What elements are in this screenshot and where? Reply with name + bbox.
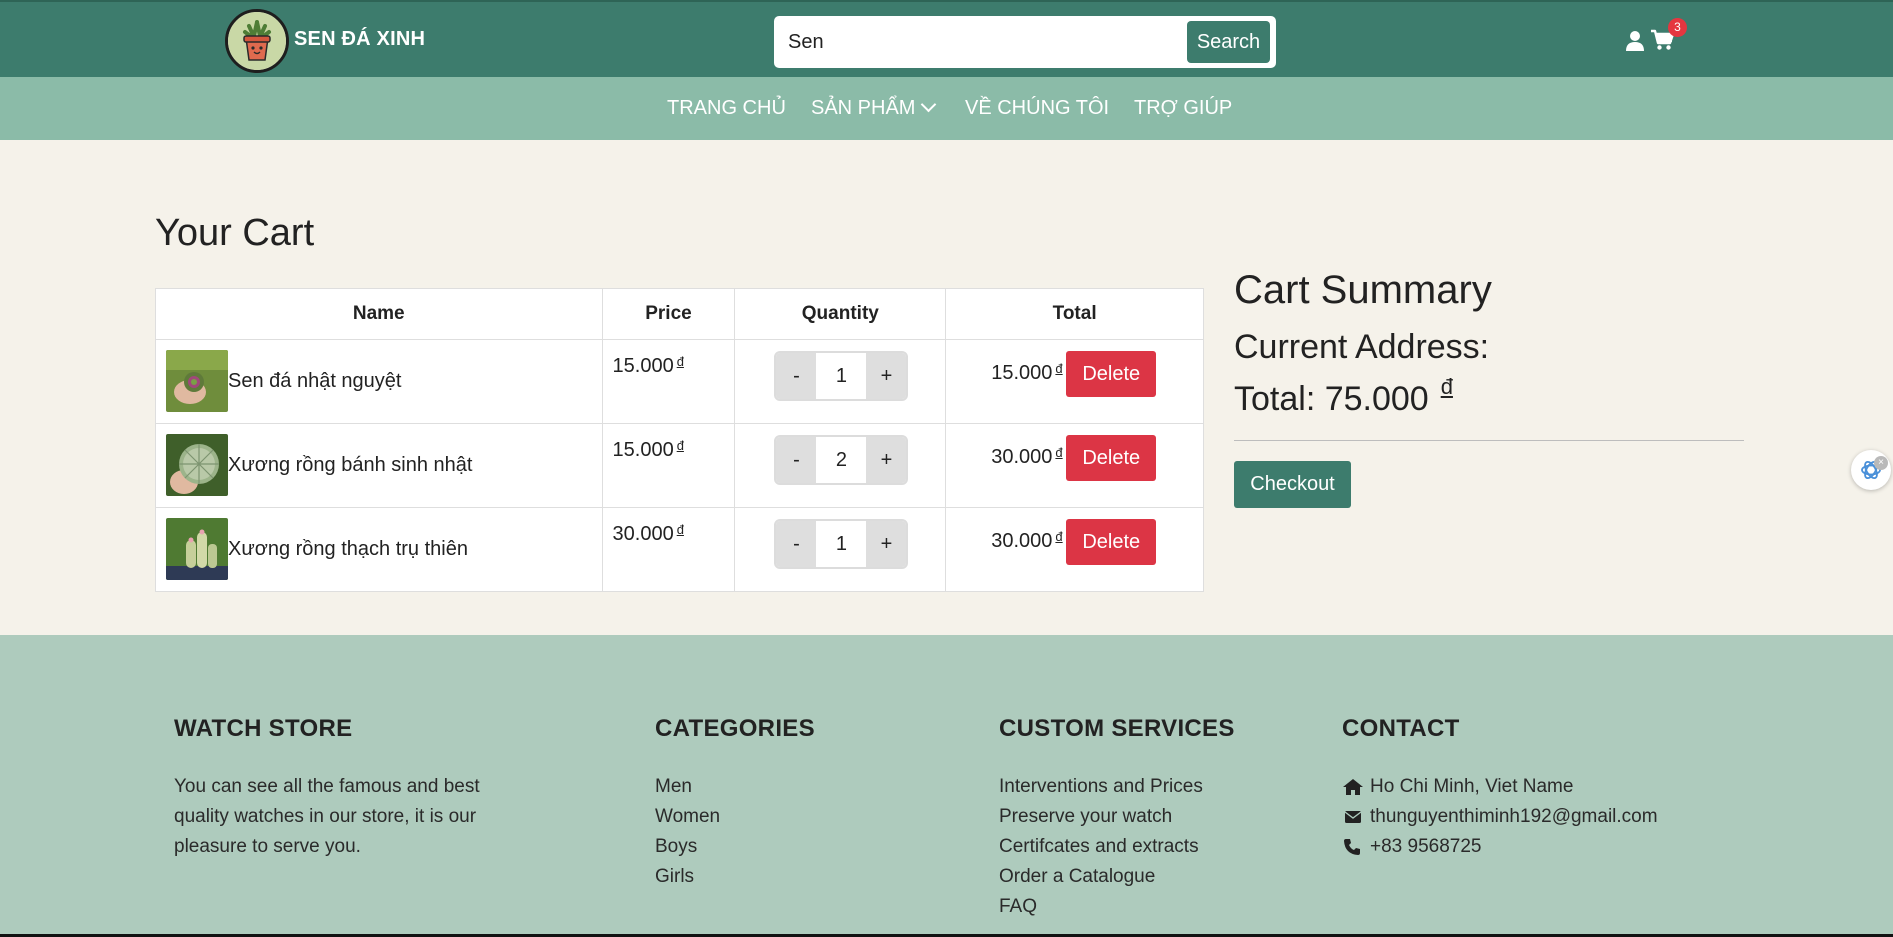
cell-price: 15.000 đ [601,339,736,424]
footer-store-text: You can see all the famous and best qual… [174,776,480,857]
table-header-row: Name Price Quantity Total [155,288,1204,340]
quantity-stepper: - 2 + [774,435,909,485]
column-header-total: Total [945,288,1204,340]
line-total: 30.000 đ [991,445,1063,468]
cell-total: 30.000 đ Delete [945,507,1204,592]
product-price: 30.000 đ [612,522,684,545]
column-header-quantity: Quantity [734,288,947,340]
assistant-widget-icon[interactable] [1851,450,1891,490]
delete-button[interactable]: Delete [1066,351,1157,397]
footer-link[interactable]: Men [655,772,815,802]
line-total: 15.000 đ [991,361,1063,384]
product-thumbnail[interactable] [166,434,228,496]
search-input[interactable] [788,24,1148,60]
product-name[interactable]: Xương rồng bánh sinh nhật [228,454,472,477]
footer-link[interactable]: Interventions and Prices [999,772,1235,802]
cell-name: Xương rồng bánh sinh nhật [155,423,603,508]
product-name[interactable]: Xương rồng thạch trụ thiên [228,538,468,561]
quantity-value[interactable]: 1 [816,521,866,567]
contact-email[interactable]: thunguyenthiminh192@gmail.com [1342,802,1658,832]
search-button[interactable]: Search [1187,21,1270,63]
cell-total: 30.000 đ Delete [945,423,1204,508]
table-row: Xương rồng bánh sinh nhật 15.000 đ - 2 + … [155,423,1204,508]
chevron-down-icon [921,96,937,113]
page-title: Your Cart [155,212,315,254]
footer-link[interactable]: Certifcates and extracts [999,832,1235,862]
cell-name: Xương rồng thạch trụ thiên [155,507,603,592]
cart-count-badge: 3 [1668,18,1687,37]
cell-total: 15.000 đ Delete [945,339,1204,424]
footer-link[interactable]: Women [655,802,815,832]
nav-item-about[interactable]: VỀ CHÚNG TÔI [965,97,1109,120]
cell-name: Sen đá nhật nguyệt [155,339,603,424]
current-address-label: Current Address: [1234,328,1490,366]
increase-quantity-button[interactable]: + [866,521,907,567]
search-form: Search [774,16,1276,68]
close-icon[interactable]: × [1874,456,1888,470]
cell-price: 30.000 đ [601,507,736,592]
home-icon [1343,779,1363,795]
footer-services-column: CUSTOM SERVICES Interventions and Prices… [999,715,1235,922]
contact-phone[interactable]: +83 9568725 [1342,832,1658,862]
cart-table: Name Price Quantity Total Sen đá nhật ng… [155,288,1204,592]
product-thumbnail[interactable] [166,350,228,412]
quantity-stepper: - 1 + [774,351,909,401]
contact-address: Ho Chi Minh, Viet Name [1342,772,1658,802]
summary-divider [1234,440,1744,441]
main-nav: TRANG CHỦ SẢN PHẨM VỀ CHÚNG TÔI TRỢ GIÚP [0,77,1893,140]
envelope-icon [1344,811,1362,823]
decrease-quantity-button[interactable]: - [776,521,817,567]
footer-link[interactable]: Order a Catalogue [999,862,1235,892]
delete-button[interactable]: Delete [1066,519,1157,565]
cell-quantity: - 2 + [734,423,947,508]
cell-quantity: - 1 + [734,339,947,424]
footer-heading: CONTACT [1342,715,1460,742]
top-header: SEN ĐÁ XINH Search 3 [0,0,1893,77]
product-price: 15.000 đ [612,438,684,461]
footer-link[interactable]: Girls [655,862,815,892]
table-row: Xương rồng thạch trụ thiên 30.000 đ - 1 +… [155,507,1204,592]
footer-link[interactable]: Boys [655,832,815,862]
footer-link[interactable]: Preserve your watch [999,802,1235,832]
site-footer: WATCH STORE You can see all the famous a… [0,635,1893,937]
cell-quantity: - 1 + [734,507,947,592]
cart-total: Total: 75.000 đ [1234,374,1453,418]
delete-button[interactable]: Delete [1066,435,1157,481]
column-header-price: Price [601,288,736,340]
table-row: Sen đá nhật nguyệt 15.000 đ - 1 + 15.000 đ… [155,339,1204,424]
footer-link[interactable]: FAQ [999,892,1235,922]
nav-item-home[interactable]: TRANG CHỦ [667,97,786,120]
column-header-name: Name [155,288,603,340]
footer-heading: CATEGORIES [655,715,815,742]
user-icon[interactable] [1625,30,1645,52]
quantity-value[interactable]: 1 [816,353,866,399]
increase-quantity-button[interactable]: + [866,353,907,399]
product-thumbnail[interactable] [166,518,228,580]
decrease-quantity-button[interactable]: - [776,437,817,483]
product-price: 15.000 đ [612,354,684,377]
footer-store-column: WATCH STORE You can see all the famous a… [174,715,524,862]
decrease-quantity-button[interactable]: - [776,353,817,399]
footer-heading: CUSTOM SERVICES [999,715,1235,742]
cell-price: 15.000 đ [601,423,736,508]
nav-item-products-label: SẢN PHẨM [811,97,916,119]
succulent-logo[interactable] [225,9,289,73]
quantity-stepper: - 1 + [774,519,909,569]
footer-heading: WATCH STORE [174,715,353,742]
footer-categories-column: CATEGORIES Men Women Boys Girls [655,715,815,892]
product-name[interactable]: Sen đá nhật nguyệt [228,370,401,393]
phone-icon [1344,839,1360,855]
line-total: 30.000 đ [991,529,1063,552]
footer-contact-column: CONTACT Ho Chi Minh, Viet Name thunguyen… [1342,715,1658,862]
quantity-value[interactable]: 2 [816,437,866,483]
nav-item-products[interactable]: SẢN PHẨM [811,96,937,120]
increase-quantity-button[interactable]: + [866,437,907,483]
nav-item-help[interactable]: TRỢ GIÚP [1134,97,1232,120]
cart-summary-title: Cart Summary [1234,268,1492,312]
brand-name[interactable]: SEN ĐÁ XINH [294,28,425,51]
checkout-button[interactable]: Checkout [1234,461,1351,508]
